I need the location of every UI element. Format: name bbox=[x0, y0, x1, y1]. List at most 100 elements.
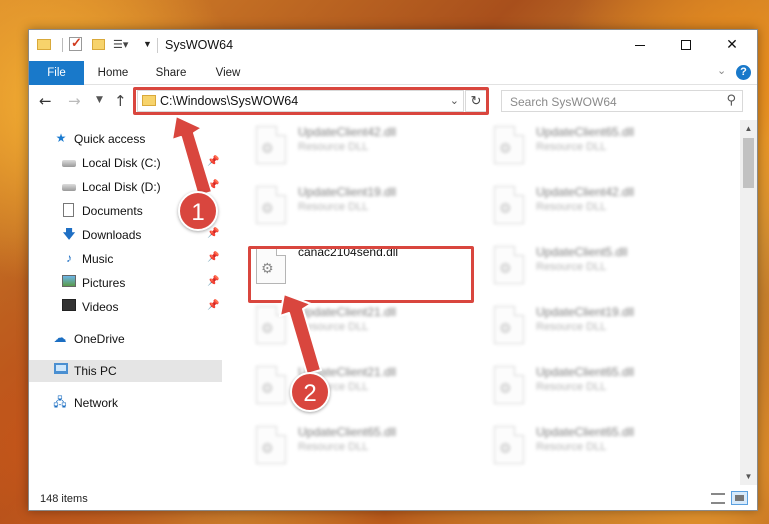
customize-toolbar-chevron-icon[interactable]: ▼ bbox=[143, 39, 152, 55]
file-name: UpdateClient42.dll bbox=[536, 185, 635, 199]
sidebar-item-local-disk-c[interactable]: Local Disk (C:) 📌 bbox=[29, 152, 222, 174]
file-item[interactable]: ⚙ UpdateClient65.dll Resource DLL bbox=[486, 420, 718, 472]
pictures-icon bbox=[62, 275, 76, 287]
gear-icon: ⚙ bbox=[499, 381, 512, 397]
up-arrow-icon[interactable]: ↑ bbox=[114, 92, 127, 110]
gear-icon: ⚙ bbox=[499, 201, 512, 217]
step-2-callout: 2 bbox=[290, 372, 330, 412]
tab-view[interactable]: View bbox=[207, 61, 249, 85]
gear-icon: ⚙ bbox=[261, 441, 274, 457]
file-item[interactable]: ⚙ UpdateClient19.dll Resource DLL bbox=[486, 300, 718, 352]
file-name: UpdateClient65.dll bbox=[536, 125, 635, 139]
videos-icon bbox=[62, 299, 76, 311]
file-type: Resource DLL bbox=[298, 441, 369, 453]
file-item[interactable]: ⚙ UpdateClient19.dll Resource DLL bbox=[248, 180, 480, 232]
cloud-icon: ☁ bbox=[53, 330, 67, 345]
sidebar-item-label: Music bbox=[82, 252, 114, 266]
view-options-icon[interactable]: ☰▾ bbox=[113, 39, 128, 51]
forward-arrow-icon[interactable]: → bbox=[68, 92, 81, 110]
sidebar-item-label: Videos bbox=[82, 300, 119, 314]
title-bar: ☰▾ ▼ SysWOW64 ✕ bbox=[29, 30, 757, 61]
file-type: Resource DLL bbox=[536, 381, 607, 393]
pin-icon[interactable]: 📌 bbox=[207, 276, 219, 287]
sidebar-item-music[interactable]: ♪ Music 📌 bbox=[29, 248, 222, 270]
tab-home[interactable]: Home bbox=[91, 61, 135, 85]
vertical-scrollbar[interactable]: ▲ ▼ bbox=[740, 120, 757, 485]
recent-locations-chevron-icon[interactable]: ▼ bbox=[96, 95, 103, 105]
file-type: Resource DLL bbox=[536, 321, 607, 333]
ribbon-tabs: File Home Share View ⌄ ? bbox=[29, 61, 757, 85]
dll-file-icon: ⚙ bbox=[256, 426, 286, 464]
file-name: UpdateClient5.dll bbox=[536, 245, 628, 259]
gear-icon: ⚙ bbox=[499, 321, 512, 337]
star-icon: ★ bbox=[55, 131, 67, 145]
file-name: UpdateClient42.dll bbox=[298, 125, 397, 139]
help-icon[interactable]: ? bbox=[736, 65, 751, 80]
pin-icon[interactable]: 📌 bbox=[207, 300, 219, 311]
scroll-up-arrow-icon[interactable]: ▲ bbox=[740, 120, 757, 137]
sidebar-item-label: Pictures bbox=[82, 276, 126, 290]
scroll-thumb[interactable] bbox=[743, 138, 754, 188]
file-item[interactable]: ⚙ UpdateClient5.dll Resource DLL bbox=[486, 240, 718, 292]
close-button[interactable]: ✕ bbox=[709, 30, 755, 61]
scroll-down-arrow-icon[interactable]: ▼ bbox=[740, 468, 757, 485]
sidebar-item-label: Network bbox=[74, 396, 119, 410]
item-count: 148 items bbox=[40, 493, 88, 505]
dll-file-icon: ⚙ bbox=[494, 246, 524, 284]
network-icon: 🖧 bbox=[53, 395, 67, 409]
file-item[interactable]: ⚙ UpdateClient65.dll Resource DLL bbox=[248, 420, 480, 472]
details-view-icon[interactable] bbox=[711, 493, 725, 504]
gear-icon: ⚙ bbox=[499, 141, 512, 157]
properties-icon[interactable] bbox=[69, 35, 82, 51]
sidebar-item-onedrive[interactable]: ☁ OneDrive bbox=[29, 328, 222, 350]
step-1-callout: 1 bbox=[178, 191, 218, 231]
sidebar-item-quick-access[interactable]: ★ Quick access bbox=[29, 128, 222, 150]
large-icons-view-icon[interactable] bbox=[731, 491, 748, 505]
tab-share[interactable]: Share bbox=[150, 61, 192, 85]
pin-icon[interactable]: 📌 bbox=[207, 228, 219, 239]
new-folder-icon[interactable] bbox=[92, 39, 105, 50]
pin-icon[interactable]: 📌 bbox=[207, 156, 219, 167]
file-name: UpdateClient19.dll bbox=[536, 305, 635, 319]
close-icon: ✕ bbox=[726, 37, 738, 53]
sidebar-item-videos[interactable]: Videos 📌 bbox=[29, 296, 222, 318]
file-item[interactable]: ⚙ UpdateClient21.dll Resource DLL bbox=[248, 300, 480, 352]
sidebar-item-label: Local Disk (C:) bbox=[82, 156, 161, 170]
dll-file-icon: ⚙ bbox=[494, 126, 524, 164]
file-item[interactable]: ⚙ UpdateClient65.dll Resource DLL bbox=[486, 360, 718, 412]
file-item[interactable]: ⚙ UpdateClient65.dll Resource DLL bbox=[486, 120, 718, 172]
maximize-button[interactable] bbox=[663, 30, 709, 61]
dll-file-icon: ⚙ bbox=[494, 306, 524, 344]
gear-icon: ⚙ bbox=[261, 381, 274, 397]
file-name: UpdateClient19.dll bbox=[298, 185, 397, 199]
file-item[interactable]: ⚙ UpdateClient21.dll Resource DLL bbox=[248, 360, 480, 412]
window-title: SysWOW64 bbox=[165, 38, 234, 52]
gear-icon: ⚙ bbox=[261, 201, 274, 217]
pin-icon[interactable]: 📌 bbox=[207, 180, 219, 191]
minimize-button[interactable] bbox=[617, 30, 663, 61]
sidebar-item-pictures[interactable]: Pictures 📌 bbox=[29, 272, 222, 294]
file-explorer-window: ☰▾ ▼ SysWOW64 ✕ File Home Share View ⌄ ?… bbox=[28, 29, 758, 511]
search-input[interactable]: Search SysWOW64 ⚲ bbox=[501, 90, 743, 112]
expand-ribbon-chevron-icon[interactable]: ⌄ bbox=[717, 64, 726, 77]
file-item[interactable]: ⚙ UpdateClient42.dll Resource DLL bbox=[486, 180, 718, 232]
pin-icon[interactable]: 📌 bbox=[207, 252, 219, 263]
minimize-icon bbox=[635, 44, 645, 46]
gear-icon: ⚙ bbox=[261, 141, 274, 157]
pc-icon bbox=[54, 363, 68, 374]
address-highlight-box bbox=[133, 87, 489, 115]
sidebar-item-network[interactable]: 🖧 Network bbox=[29, 392, 222, 414]
dll-file-icon: ⚙ bbox=[494, 366, 524, 404]
back-arrow-icon[interactable]: ← bbox=[39, 92, 52, 110]
sidebar-item-label: Downloads bbox=[82, 228, 142, 242]
maximize-icon bbox=[681, 40, 691, 50]
search-placeholder: Search SysWOW64 bbox=[510, 95, 617, 109]
tab-file[interactable]: File bbox=[29, 61, 84, 85]
sidebar-item-label: Documents bbox=[82, 204, 143, 218]
sidebar-item-this-pc[interactable]: This PC bbox=[29, 360, 222, 382]
folder-icon bbox=[37, 39, 51, 50]
documents-icon bbox=[63, 203, 74, 217]
navigation-bar: ← → ▼ ↑ C:\Windows\SysWOW64 ⌄ ↻ Search S… bbox=[29, 86, 757, 116]
dll-file-icon: ⚙ bbox=[256, 366, 286, 404]
file-item[interactable]: ⚙ UpdateClient42.dll Resource DLL bbox=[248, 120, 480, 172]
